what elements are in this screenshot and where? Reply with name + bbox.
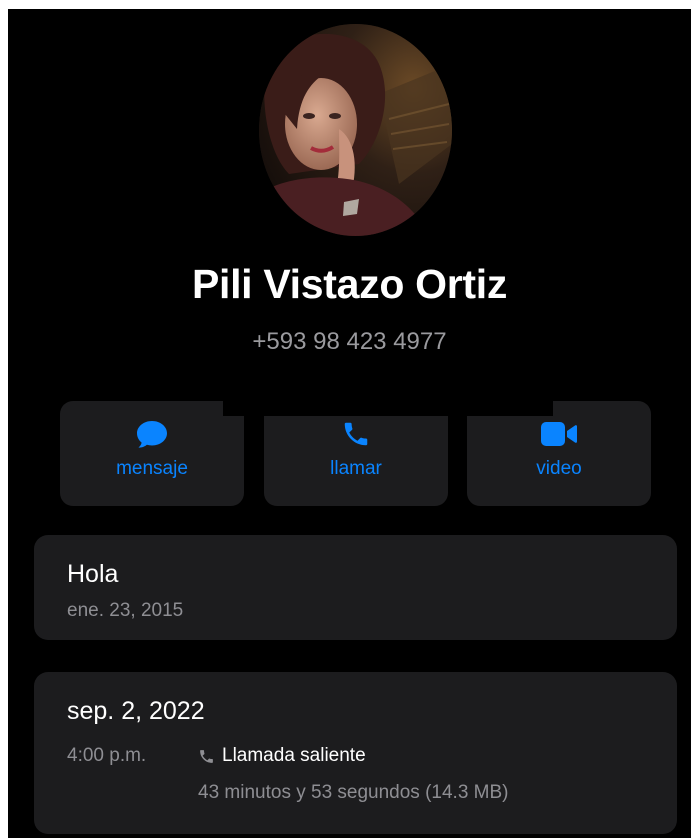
status-text: Hola <box>67 560 119 588</box>
status-date: ene. 23, 2015 <box>67 600 184 621</box>
call-type-label: Llamada saliente <box>222 745 366 766</box>
call-type-row: Llamada saliente <box>198 745 366 767</box>
message-bubble-icon <box>60 419 244 449</box>
video-button-label: video <box>536 458 582 479</box>
mask-overlay <box>223 371 553 416</box>
contact-name: Pili Vistazo Ortiz <box>191 261 508 307</box>
message-button[interactable]: mensaje <box>60 401 244 506</box>
message-button-label: mensaje <box>116 458 188 479</box>
call-date: sep. 2, 2022 <box>67 697 205 725</box>
video-button[interactable]: video <box>467 401 651 506</box>
call-button[interactable]: llamar <box>264 401 448 506</box>
contact-phone-number[interactable]: +593 98 423 4977 <box>8 328 691 356</box>
contact-screen: Pili Vistazo Ortiz +593 98 423 4977 mens… <box>8 9 691 838</box>
call-duration: 43 minutos y 53 segundos (14.3 MB) <box>198 782 509 803</box>
contact-photo <box>259 24 452 236</box>
call-button-label: llamar <box>330 458 382 479</box>
phone-icon <box>198 748 215 765</box>
avatar[interactable] <box>259 24 452 236</box>
call-history-card[interactable]: sep. 2, 2022 4:00 p.m. Llamada saliente … <box>34 672 677 834</box>
call-time: 4:00 p.m. <box>67 745 147 766</box>
status-card[interactable]: Hola ene. 23, 2015 <box>34 535 677 640</box>
phone-icon <box>264 419 448 449</box>
video-camera-icon <box>467 419 651 449</box>
